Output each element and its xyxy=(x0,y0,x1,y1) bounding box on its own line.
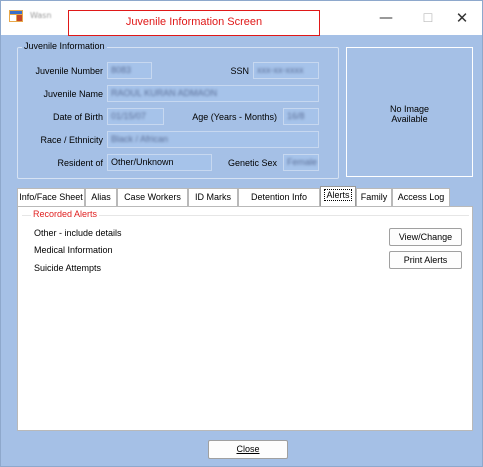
resident-of-label: Resident of xyxy=(57,158,103,168)
date-of-birth-value: 01/15/07 xyxy=(111,111,147,121)
print-alerts-button[interactable]: Print Alerts xyxy=(389,251,462,269)
recorded-alerts-title: Recorded Alerts xyxy=(31,209,100,219)
tab-case-workers[interactable]: Case Workers xyxy=(117,188,188,206)
no-image-line2: Available xyxy=(391,114,428,124)
juvenile-name-label: Juvenile Name xyxy=(43,89,103,99)
close-button[interactable]: Close xyxy=(208,440,288,459)
photo-placeholder: No Image Available xyxy=(346,47,473,177)
tab-alerts[interactable]: Alerts xyxy=(320,186,356,207)
ssn-field[interactable]: xxx-xx-xxxx xyxy=(253,62,319,79)
juvenile-number-label: Juvenile Number xyxy=(35,66,103,76)
app-icon xyxy=(9,10,23,22)
juvenile-name-field[interactable]: RAOUL KURAN ADMAON xyxy=(107,85,319,102)
tab-family[interactable]: Family xyxy=(356,188,392,206)
genetic-sex-value: Female xyxy=(287,157,318,167)
alert-item[interactable]: Medical Information xyxy=(34,245,113,255)
ssn-value: xxx-xx-xxxx xyxy=(257,65,304,75)
window-title: Wasn xyxy=(30,11,52,20)
age-label: Age (Years - Months) xyxy=(192,112,277,122)
tab-detention-info[interactable]: Detention Info xyxy=(238,188,320,206)
tab-access-log[interactable]: Access Log xyxy=(392,188,450,206)
juvenile-number-field[interactable]: 8083 xyxy=(107,62,152,79)
juvenile-name-value: RAOUL KURAN ADMAON xyxy=(111,88,218,98)
date-of-birth-label: Date of Birth xyxy=(52,112,103,122)
close-button-label: Close xyxy=(236,444,260,454)
juvenile-info-window: Wasn Juvenile Information Screen — ☐ ✕ J… xyxy=(0,0,483,467)
tab-alias[interactable]: Alias xyxy=(85,188,117,206)
juvenile-number-value: 8083 xyxy=(111,65,132,75)
race-ethnicity-label: Race / Ethnicity xyxy=(40,135,103,145)
age-value: 16/8 xyxy=(287,111,305,121)
genetic-sex-field[interactable]: Female xyxy=(283,154,319,171)
tab-id-marks[interactable]: ID Marks xyxy=(188,188,238,206)
resident-of-field[interactable]: Other/Unknown xyxy=(107,154,212,171)
view-change-button[interactable]: View/Change xyxy=(389,228,462,246)
age-field[interactable]: 16/8 xyxy=(283,108,319,125)
close-window-button[interactable]: ✕ xyxy=(441,1,483,35)
group-title: Juvenile Information xyxy=(22,41,107,51)
title-bar: Wasn Juvenile Information Screen — ☐ ✕ xyxy=(1,1,483,36)
minimize-button[interactable]: — xyxy=(365,1,407,35)
alert-item[interactable]: Other - include details xyxy=(34,228,122,238)
race-ethnicity-field[interactable]: Black / African xyxy=(107,131,319,148)
no-image-line1: No Image xyxy=(389,104,430,114)
tab-alerts-label: Alerts xyxy=(324,189,352,201)
tab-info-face-sheet[interactable]: Info/Face Sheet xyxy=(17,188,85,206)
screen-banner: Juvenile Information Screen xyxy=(68,10,320,36)
race-ethnicity-value: Black / African xyxy=(111,134,169,144)
ssn-label: SSN xyxy=(230,66,249,76)
date-of-birth-field[interactable]: 01/15/07 xyxy=(107,108,164,125)
alert-item[interactable]: Suicide Attempts xyxy=(34,263,101,273)
genetic-sex-label: Genetic Sex xyxy=(227,158,277,168)
